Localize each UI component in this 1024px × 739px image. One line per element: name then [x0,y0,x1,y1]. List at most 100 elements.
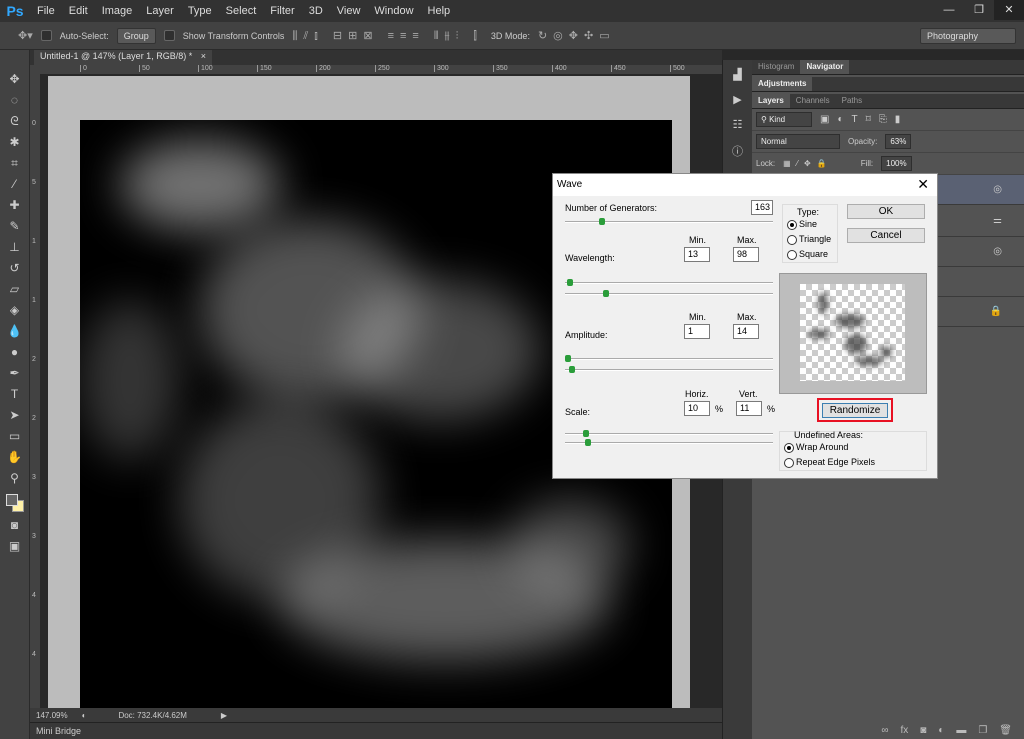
type-tool-icon[interactable]: T [11,387,18,404]
generators-slider[interactable] [565,218,773,225]
slider-thumb[interactable] [599,218,606,225]
close-tab-icon[interactable]: × [201,51,206,61]
quick-mask-icon[interactable]: ◙ [11,518,18,535]
type-sine-radio[interactable]: Sine [787,219,817,230]
slider-thumb[interactable] [603,290,610,297]
hand-tool-icon[interactable]: ✋ [7,450,22,467]
color-swatches[interactable] [4,492,26,514]
repeat-edge-radio[interactable]: Repeat Edge Pixels [784,457,875,468]
tab-navigator[interactable]: Navigator [800,60,850,74]
shape-tool-icon[interactable]: ▭ [9,429,20,446]
magic-wand-icon[interactable]: ✱ [9,135,19,152]
show-transform-checkbox[interactable] [163,30,175,41]
histogram-icon[interactable]: ▟ [733,68,741,81]
type-triangle-radio[interactable]: Triangle [787,234,831,245]
mini-bridge-tab[interactable]: Mini Bridge [36,726,81,736]
new-layer-icon[interactable]: ❐ [978,725,987,736]
cancel-button[interactable]: Cancel [847,228,925,243]
scale-vert-input[interactable]: 11 [736,401,762,416]
dodge-tool-icon[interactable]: ● [11,345,18,362]
folder-icon[interactable]: ▬ [956,725,966,736]
tab-paths[interactable]: Paths [836,94,868,108]
wavelength-min-slider[interactable] [565,279,773,286]
play-action-icon[interactable]: ▶ [733,93,741,106]
healing-brush-icon[interactable]: ✚ [9,198,19,215]
pen-tool-icon[interactable]: ✒ [9,366,19,383]
slider-thumb[interactable] [583,430,590,437]
tab-channels[interactable]: Channels [790,94,836,108]
trash-icon[interactable]: 🗑 [999,725,1012,736]
lasso-tool-icon[interactable]: ᘓ [10,114,18,131]
scale-horiz-input[interactable]: 10 [684,401,710,416]
close-icon[interactable]: ✕ [917,176,929,193]
blend-mode-dropdown[interactable]: Normal [756,134,840,149]
wavelength-min-input[interactable]: 13 [684,247,710,262]
crop-tool-icon[interactable]: ⌗ [11,156,18,173]
align-icons[interactable]: ⫼⫽⫾ ⊟⊞⊠ ≡≡≡ ⫴⫵⫶ ⫿ [292,29,483,43]
fx-icon[interactable]: fx [900,725,908,736]
tab-histogram[interactable]: Histogram [752,60,800,74]
amplitude-min-input[interactable]: 1 [684,324,710,339]
fill-field[interactable]: 100% [881,156,912,171]
history-brush-icon[interactable]: ↺ [9,261,19,278]
minimize-button[interactable]: — [934,0,964,20]
menu-help[interactable]: Help [421,5,458,17]
scale-vert-slider[interactable] [565,439,773,446]
amplitude-max-input[interactable]: 14 [733,324,759,339]
close-button[interactable]: ✕ [994,0,1024,20]
wavelength-max-slider[interactable] [565,290,773,297]
slider-thumb[interactable] [569,366,576,373]
zoom-level[interactable]: 147.09% [36,711,68,720]
restore-button[interactable]: ❐ [964,0,994,20]
menu-image[interactable]: Image [95,5,140,17]
brush-tool-icon[interactable]: ✎ [9,219,19,236]
move-tool-icon[interactable]: ✥ [9,72,19,89]
opacity-field[interactable]: 63% [885,134,912,149]
auto-select-dropdown[interactable]: Group [116,27,156,44]
marquee-tool-icon[interactable]: ◌ [11,93,18,110]
amplitude-min-slider[interactable] [565,355,773,362]
lock-icons[interactable]: ▦⁄✥🔒 [783,159,833,168]
status-info-icon[interactable]: ◐ [82,711,87,720]
type-square-radio[interactable]: Square [787,249,828,260]
menu-select[interactable]: Select [219,5,264,17]
wrap-around-radio[interactable]: Wrap Around [784,442,848,453]
slider-thumb[interactable] [567,279,574,286]
blur-tool-icon[interactable]: 💧 [7,324,22,341]
menu-filter[interactable]: Filter [263,5,301,17]
zoom-tool-icon[interactable]: ⚲ [10,471,19,488]
ok-button[interactable]: OK [847,204,925,219]
properties-icon[interactable]: ☷ [733,118,743,131]
slider-thumb[interactable] [585,439,592,446]
adjustment-icon[interactable]: ◐ [938,725,944,736]
generators-input[interactable]: 163 [751,200,773,215]
menu-layer[interactable]: Layer [139,5,181,17]
mask-icon[interactable]: ◙ [920,725,926,736]
document-tab[interactable]: Untitled-1 @ 147% (Layer 1, RGB/8) * × [34,50,212,65]
eraser-tool-icon[interactable]: ▱ [10,282,19,299]
eyedropper-icon[interactable]: ⁄ [13,177,15,194]
mini-bridge-panel[interactable]: Mini Bridge [30,722,722,739]
filter-icons[interactable]: ▣◐T⌑⎘▮ [820,114,908,125]
scale-horiz-slider[interactable] [565,430,773,437]
screen-mode-icon[interactable]: ▣ [9,539,20,556]
randomize-button[interactable]: Randomize [822,403,888,418]
menu-edit[interactable]: Edit [62,5,95,17]
bucket-tool-icon[interactable]: ◈ [10,303,19,320]
menu-type[interactable]: Type [181,5,219,17]
info-icon[interactable]: ⓘ [732,143,743,159]
move-tool-icon[interactable]: ✥▾ [18,29,33,42]
wavelength-max-input[interactable]: 98 [733,247,759,262]
menu-file[interactable]: File [30,5,62,17]
amplitude-max-slider[interactable] [565,366,773,373]
link-icon[interactable]: ∞ [881,725,888,736]
menu-3d[interactable]: 3D [302,5,330,17]
3d-mode-icons[interactable]: ↻◎✥✣▭ [538,29,616,42]
slider-thumb[interactable] [565,355,571,362]
auto-select-checkbox[interactable] [40,30,52,41]
path-select-icon[interactable]: ➤ [9,408,19,425]
menu-view[interactable]: View [330,5,368,17]
workspace-dropdown[interactable]: Photography [920,27,1016,44]
kind-filter-dropdown[interactable]: ⚲ Kind [756,112,812,127]
status-menu-arrow-icon[interactable]: ▶ [221,711,227,720]
